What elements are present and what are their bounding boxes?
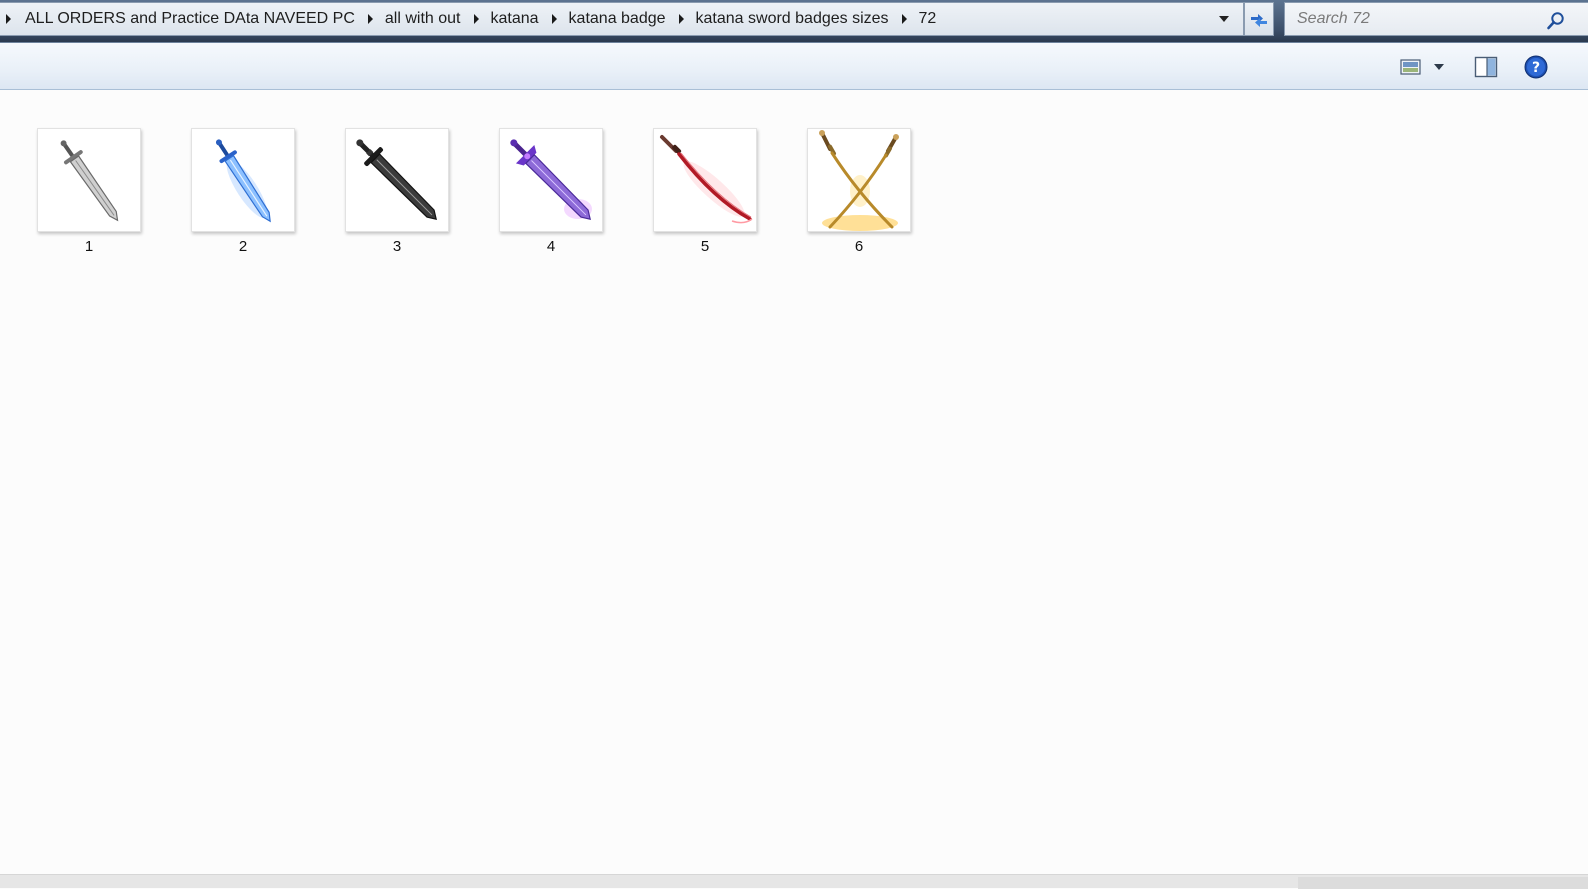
file-item[interactable]: 4 bbox=[499, 128, 603, 260]
file-name[interactable]: 6 bbox=[807, 238, 911, 255]
black-sword-thumbnail[interactable] bbox=[345, 128, 449, 232]
breadcrumb-item[interactable]: katana bbox=[491, 10, 539, 28]
breadcrumb-separator-icon[interactable] bbox=[551, 14, 557, 24]
breadcrumb-separator-icon[interactable] bbox=[901, 14, 907, 24]
file-item[interactable]: 5 bbox=[653, 128, 757, 260]
red-katana-thumbnail[interactable] bbox=[653, 128, 757, 232]
file-name[interactable]: 4 bbox=[499, 238, 603, 255]
command-bar: ? bbox=[0, 42, 1588, 90]
file-name[interactable]: 2 bbox=[191, 238, 295, 255]
silver-sword-thumbnail[interactable] bbox=[37, 128, 141, 232]
file-item[interactable]: 1 bbox=[37, 128, 141, 260]
change-view-button[interactable] bbox=[1398, 53, 1424, 81]
preview-pane-icon bbox=[1474, 56, 1498, 78]
breadcrumb-item[interactable]: ALL ORDERS and Practice DAta NAVEED PC bbox=[25, 10, 355, 28]
purple-sword-thumbnail[interactable] bbox=[499, 128, 603, 232]
view-options-dropdown-icon bbox=[1434, 64, 1444, 70]
search-icon[interactable] bbox=[1546, 11, 1566, 31]
file-item[interactable]: 2 bbox=[191, 128, 295, 260]
file-item[interactable]: 3 bbox=[345, 128, 449, 260]
address-bar[interactable]: ALL ORDERS and Practice DAta NAVEED PC a… bbox=[0, 2, 1244, 36]
status-bar-segment bbox=[1298, 877, 1588, 889]
breadcrumb-root-arrow-icon[interactable] bbox=[6, 14, 11, 24]
breadcrumb-item-current[interactable]: 72 bbox=[919, 10, 937, 28]
file-list-view[interactable]: 1 2 3 4 5 6 bbox=[0, 90, 1588, 874]
address-history-dropdown-icon[interactable] bbox=[1219, 16, 1229, 22]
file-name[interactable]: 3 bbox=[345, 238, 449, 255]
file-item[interactable]: 6 bbox=[807, 128, 911, 260]
breadcrumb-item[interactable]: all with out bbox=[385, 10, 461, 28]
breadcrumb-separator-icon[interactable] bbox=[367, 14, 373, 24]
view-options-dropdown[interactable] bbox=[1430, 53, 1448, 81]
golden-crossed-swords-thumbnail[interactable] bbox=[807, 128, 911, 232]
breadcrumb-item[interactable]: katana badge bbox=[569, 10, 666, 28]
change-view-icon bbox=[1400, 59, 1421, 75]
search-input[interactable] bbox=[1295, 9, 1545, 29]
file-name[interactable]: 5 bbox=[653, 238, 757, 255]
blue-sword-thumbnail[interactable] bbox=[191, 128, 295, 232]
preview-pane-button[interactable] bbox=[1472, 53, 1500, 81]
search-box[interactable] bbox=[1284, 2, 1588, 36]
file-name[interactable]: 1 bbox=[37, 238, 141, 255]
breadcrumb-separator-icon[interactable] bbox=[473, 14, 479, 24]
refresh-button[interactable] bbox=[1244, 2, 1274, 36]
navigation-bar: ALL ORDERS and Practice DAta NAVEED PC a… bbox=[0, 0, 1588, 42]
breadcrumb-separator-icon[interactable] bbox=[678, 14, 684, 24]
svg-text:?: ? bbox=[1532, 60, 1540, 76]
breadcrumb-item[interactable]: katana sword badges sizes bbox=[696, 10, 889, 28]
refresh-icon bbox=[1251, 14, 1267, 27]
help-button[interactable]: ? bbox=[1522, 53, 1550, 81]
help-icon: ? bbox=[1524, 55, 1548, 79]
status-bar bbox=[0, 874, 1588, 889]
